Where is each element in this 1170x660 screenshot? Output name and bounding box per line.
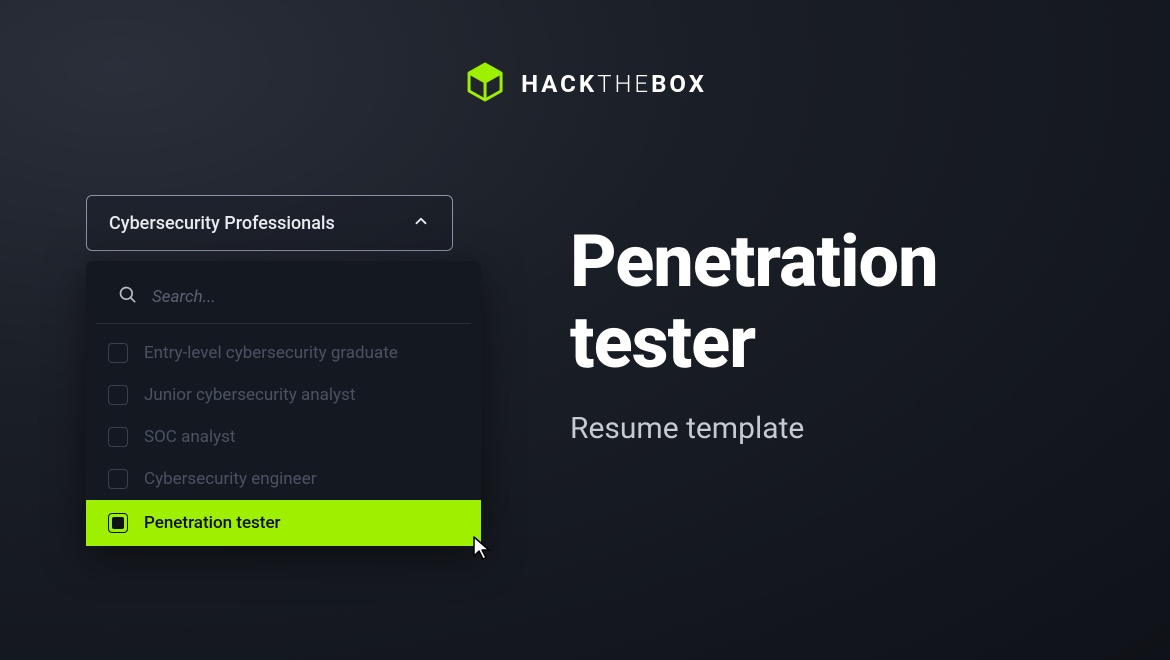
checkbox-icon bbox=[108, 427, 128, 447]
checkbox-icon bbox=[108, 385, 128, 405]
search-input[interactable] bbox=[152, 287, 449, 307]
list-item[interactable]: SOC analyst bbox=[86, 416, 481, 458]
brand-logo: HACKTHEBOX bbox=[463, 60, 707, 108]
list-item-label: Junior cybersecurity analyst bbox=[144, 385, 355, 405]
search-icon bbox=[118, 285, 138, 309]
heading-block: Penetration tester Resume template bbox=[570, 222, 938, 446]
dropdown-panel: Entry-level cybersecurity graduate Junio… bbox=[86, 261, 481, 546]
list-item[interactable]: Entry-level cybersecurity graduate bbox=[86, 332, 481, 374]
dropdown-selected-label: Cybersecurity Professionals bbox=[109, 213, 335, 234]
dropdown-list: Entry-level cybersecurity graduate Junio… bbox=[86, 324, 481, 546]
search-row bbox=[96, 275, 471, 324]
list-item-label: Entry-level cybersecurity graduate bbox=[144, 343, 398, 363]
list-item[interactable]: Junior cybersecurity analyst bbox=[86, 374, 481, 416]
brand-name: HACKTHEBOX bbox=[521, 70, 707, 98]
cube-icon bbox=[463, 60, 507, 108]
dropdown-trigger[interactable]: Cybersecurity Professionals bbox=[86, 195, 453, 251]
checkbox-checked-icon bbox=[108, 513, 128, 533]
chevron-up-icon bbox=[412, 212, 430, 234]
list-item-label: Penetration tester bbox=[144, 513, 281, 533]
page-subtitle: Resume template bbox=[570, 411, 938, 446]
list-item-selected[interactable]: Penetration tester bbox=[86, 500, 481, 546]
checkbox-icon bbox=[108, 343, 128, 363]
page-title: Penetration tester bbox=[570, 222, 938, 383]
list-item-label: SOC analyst bbox=[144, 427, 235, 447]
list-item[interactable]: Cybersecurity engineer bbox=[86, 458, 481, 500]
list-item-label: Cybersecurity engineer bbox=[144, 469, 316, 489]
checkbox-icon bbox=[108, 469, 128, 489]
